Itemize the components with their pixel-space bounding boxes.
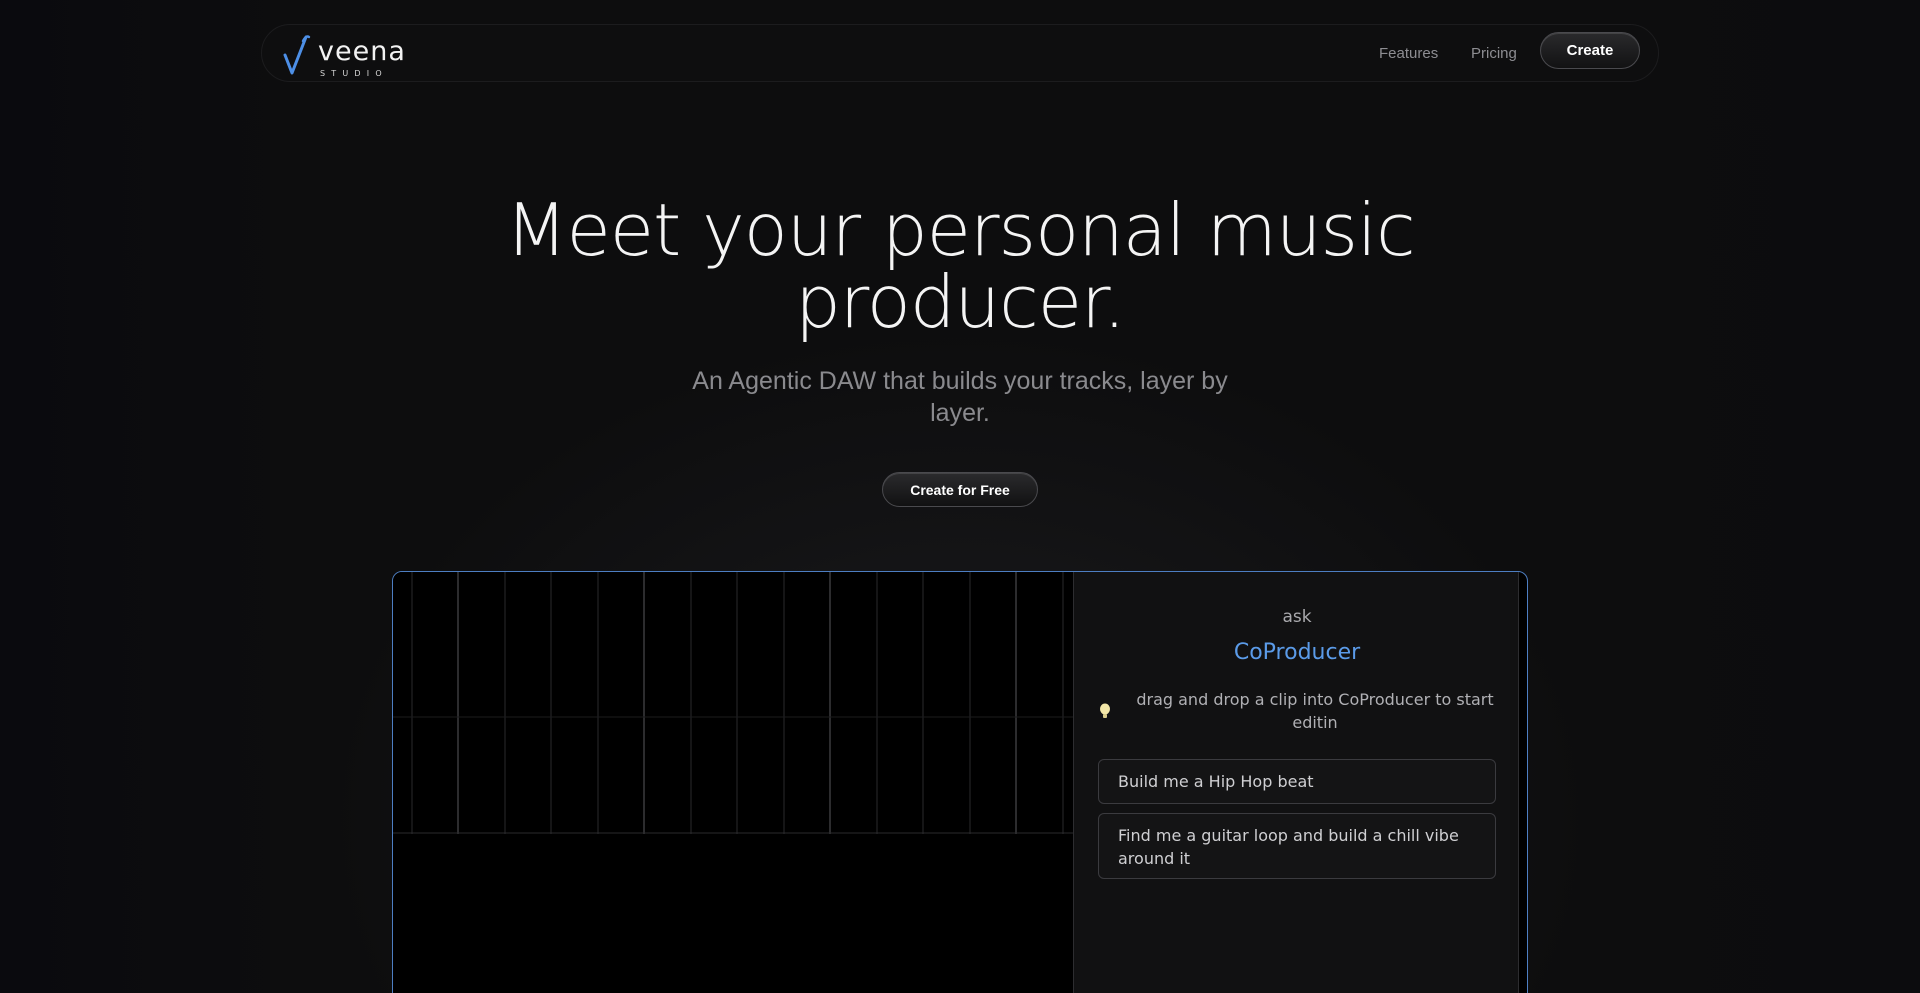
daw-preview-frame: ask CoProducer drag and drop a clip into…: [392, 571, 1528, 993]
hero-subtitle: An Agentic DAW that builds your tracks, …: [692, 367, 1228, 427]
top-navbar: veena STUDIO Features Pricing Create: [261, 24, 1659, 82]
timeline-grid[interactable]: [393, 572, 1073, 834]
suggestion-guitar-loop[interactable]: Find me a guitar loop and build a chill …: [1098, 813, 1496, 879]
lightbulb-icon: [1100, 703, 1110, 718]
coproducer-ask-label: ask: [1282, 607, 1312, 627]
coproducer-tip: drag and drop a clip into CoProducer to …: [1098, 688, 1500, 738]
brand-tagline: STUDIO: [320, 69, 388, 78]
coproducer-panel: ask CoProducer drag and drop a clip into…: [1073, 572, 1519, 993]
checkmark-logo-icon: [283, 35, 311, 75]
nav-link-features[interactable]: Features: [1379, 45, 1438, 62]
coproducer-title: CoProducer: [1233, 640, 1361, 665]
create-for-free-button[interactable]: Create for Free: [882, 472, 1038, 507]
veena-studio-logo[interactable]: veena STUDIO: [282, 33, 405, 78]
nav-link-pricing[interactable]: Pricing: [1471, 45, 1517, 62]
coproducer-tip-text: drag and drop a clip into CoProducer to …: [1136, 690, 1494, 732]
track-area[interactable]: [393, 834, 1073, 993]
hero-title: Meet your personal music producer.: [360, 194, 1560, 338]
timeline-grid-lines: [393, 572, 1073, 834]
brand-name: veena: [318, 36, 406, 67]
create-button[interactable]: Create: [1540, 32, 1640, 69]
suggestion-hip-hop-beat[interactable]: Build me a Hip Hop beat: [1098, 759, 1496, 804]
hero-title-line-2: producer.: [795, 260, 1126, 344]
